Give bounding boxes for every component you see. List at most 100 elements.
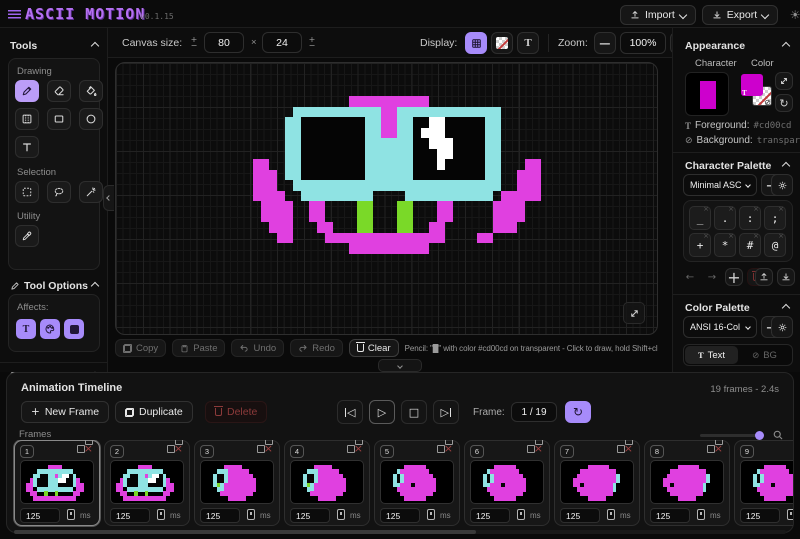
color-palette-settings-button[interactable] xyxy=(771,316,793,338)
display-grid-toggle[interactable] xyxy=(465,32,487,54)
frame-duration-input[interactable]: 125 xyxy=(650,508,690,523)
remove-character-icon[interactable] xyxy=(703,232,709,240)
affects-character-toggle[interactable] xyxy=(16,319,36,339)
remove-character-icon[interactable] xyxy=(753,205,759,213)
character-palette-settings-button[interactable] xyxy=(771,174,793,196)
upload-palette-button[interactable] xyxy=(755,268,773,286)
affects-color-toggle[interactable] xyxy=(40,319,60,339)
redo-button[interactable]: Redo xyxy=(290,339,343,357)
character-button[interactable]: : xyxy=(739,206,761,230)
remove-character-icon[interactable] xyxy=(728,205,734,213)
frame-thumbnail[interactable] xyxy=(650,460,724,504)
color-target-text-button[interactable]: Text xyxy=(685,346,738,364)
text-tool-button[interactable] xyxy=(15,136,39,158)
timeline-collapse-tab[interactable] xyxy=(378,359,422,372)
swap-colors-button[interactable] xyxy=(775,72,793,90)
frame-duration-input[interactable]: 125 xyxy=(110,508,150,523)
character-button[interactable]: _ xyxy=(689,206,711,230)
slider-thumb[interactable] xyxy=(755,431,764,440)
theme-toggle-button[interactable] xyxy=(784,4,800,26)
display-transparency-toggle[interactable] xyxy=(491,32,513,54)
character-button[interactable]: * xyxy=(714,233,736,257)
remove-character-icon[interactable] xyxy=(778,205,784,213)
canvas-height-stepper[interactable] xyxy=(306,32,318,54)
add-character-button[interactable] xyxy=(725,268,743,286)
frame-duration-input[interactable]: 125 xyxy=(380,508,420,523)
frame-duration-input[interactable]: 125 xyxy=(740,508,780,523)
frame-thumbnail[interactable] xyxy=(290,460,364,504)
canvas-resize-handle[interactable] xyxy=(623,302,645,324)
copy-button[interactable]: Copy xyxy=(115,339,166,357)
chevron-up-icon[interactable] xyxy=(782,304,790,312)
frames-scrollbar[interactable] xyxy=(14,530,476,534)
chevron-up-icon[interactable] xyxy=(91,42,99,50)
ellipse-tool-button[interactable] xyxy=(79,108,103,130)
rectangle-tool-button[interactable] xyxy=(47,108,71,130)
gradient-tool-button[interactable] xyxy=(15,108,39,130)
frame-card[interactable]: 6125ms xyxy=(464,440,550,526)
frame-thumbnail[interactable] xyxy=(200,460,274,504)
download-palette-button[interactable] xyxy=(777,268,795,286)
zoom-value[interactable]: 100% xyxy=(620,32,666,54)
frame-duration-input[interactable]: 125 xyxy=(20,508,60,523)
frame-duration-input[interactable]: 125 xyxy=(560,508,600,523)
palette-prev-button[interactable] xyxy=(681,268,699,286)
frame-thumbnail[interactable] xyxy=(470,460,544,504)
go-last-frame-button[interactable] xyxy=(433,400,459,424)
chevron-up-icon[interactable] xyxy=(91,282,99,290)
frame-card[interactable]: 9125ms xyxy=(734,440,793,526)
chevron-up-icon[interactable] xyxy=(782,42,790,50)
frame-thumbnail[interactable] xyxy=(740,460,793,504)
frame-size-slider[interactable] xyxy=(700,434,762,437)
canvas-width-stepper[interactable] xyxy=(188,32,200,54)
paste-button[interactable]: Paste xyxy=(172,339,225,357)
stop-button[interactable] xyxy=(401,400,427,424)
foreground-color-swatch[interactable] xyxy=(741,74,763,96)
fill-tool-button[interactable] xyxy=(79,80,103,102)
delete-frame-button[interactable]: Delete xyxy=(205,401,267,423)
canvas-width-input[interactable]: 80 xyxy=(204,32,244,53)
pencil-tool-button[interactable] xyxy=(15,80,39,102)
magic-wand-tool-button[interactable] xyxy=(79,181,103,203)
go-first-frame-button[interactable] xyxy=(337,400,363,424)
drawing-canvas[interactable] xyxy=(115,62,658,335)
frame-duration-input[interactable]: 125 xyxy=(470,508,510,523)
eyedropper-tool-button[interactable] xyxy=(15,225,39,247)
clear-button[interactable]: Clear xyxy=(349,339,399,357)
frame-duration-input[interactable]: 125 xyxy=(200,508,240,523)
character-palette-preset-dropdown[interactable]: Minimal ASC xyxy=(683,174,757,196)
frame-duration-input[interactable]: 125 xyxy=(290,508,330,523)
duplicate-frame-button[interactable]: Duplicate xyxy=(115,401,193,423)
remove-character-icon[interactable] xyxy=(728,232,734,240)
character-button[interactable]: . xyxy=(714,206,736,230)
frame-card[interactable]: 7125ms xyxy=(554,440,640,526)
new-frame-button[interactable]: New Frame xyxy=(21,401,109,423)
frame-card[interactable]: 4125ms xyxy=(284,440,370,526)
play-button[interactable] xyxy=(369,400,395,424)
lasso-tool-button[interactable] xyxy=(47,181,71,203)
character-preview[interactable] xyxy=(685,72,729,116)
reset-colors-button[interactable] xyxy=(775,94,793,112)
loop-toggle-button[interactable] xyxy=(565,401,591,423)
affects-background-toggle[interactable] xyxy=(64,319,84,339)
eraser-tool-button[interactable] xyxy=(47,80,71,102)
frame-card[interactable]: 1125ms xyxy=(14,440,100,526)
frame-card[interactable]: 8125ms xyxy=(644,440,730,526)
zoom-out-button[interactable] xyxy=(594,32,616,54)
frame-card[interactable]: 3125ms xyxy=(194,440,280,526)
character-button[interactable]: # xyxy=(739,233,761,257)
color-target-bg-button[interactable]: BG xyxy=(738,346,791,364)
frame-thumbnail[interactable] xyxy=(560,460,634,504)
frame-thumbnail[interactable] xyxy=(110,460,184,504)
frame-card[interactable]: 5125ms xyxy=(374,440,460,526)
select-tool-button[interactable] xyxy=(15,181,39,203)
remove-character-icon[interactable] xyxy=(753,232,759,240)
palette-next-button[interactable] xyxy=(703,268,721,286)
remove-character-icon[interactable] xyxy=(703,205,709,213)
undo-button[interactable]: Undo xyxy=(231,339,284,357)
frame-card[interactable]: 2125ms xyxy=(104,440,190,526)
frame-thumbnail[interactable] xyxy=(20,460,94,504)
frame-thumbnail[interactable] xyxy=(380,460,454,504)
color-palette-preset-dropdown[interactable]: ANSI 16-Col xyxy=(683,316,757,338)
canvas-collapse-handle[interactable] xyxy=(103,185,114,211)
